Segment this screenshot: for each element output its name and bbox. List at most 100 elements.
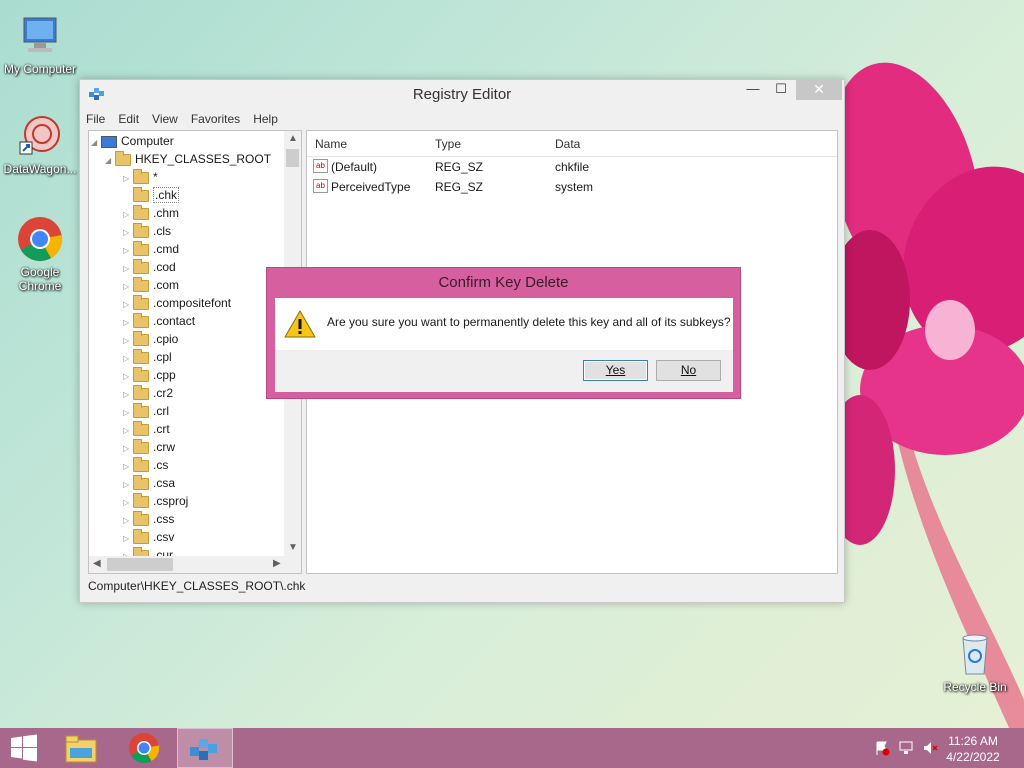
tree-item-label: .cod xyxy=(153,260,176,274)
menu-edit[interactable]: Edit xyxy=(118,112,139,126)
tree-item[interactable]: ▷ .cpl xyxy=(123,348,172,366)
scroll-thumb[interactable] xyxy=(107,558,173,571)
scroll-thumb[interactable] xyxy=(286,149,299,167)
start-button[interactable] xyxy=(0,728,56,768)
column-header-type[interactable]: Type xyxy=(435,137,461,151)
yes-button[interactable]: Yes xyxy=(583,360,648,381)
scroll-left-icon[interactable]: ◀ xyxy=(93,558,101,569)
tree-horizontal-scrollbar[interactable]: ◀ ▶ xyxy=(89,556,301,573)
tree-item[interactable]: ▷ .crl xyxy=(123,402,169,420)
folder-icon xyxy=(133,258,149,274)
my-computer-desktop-icon[interactable]: My Computer xyxy=(0,12,80,76)
network-icon[interactable] xyxy=(898,740,914,756)
column-header-name[interactable]: Name xyxy=(315,137,347,151)
folder-icon xyxy=(133,438,149,454)
tree-item-computer[interactable]: ◢ Computer xyxy=(91,132,174,150)
tree-item[interactable]: ▷ .csa xyxy=(123,474,175,492)
datawagon-desktop-icon[interactable]: DataWagon... xyxy=(0,112,80,176)
close-button[interactable]: ✕ xyxy=(796,80,842,100)
scroll-down-icon[interactable]: ▼ xyxy=(288,542,298,553)
tree-item[interactable]: ▷ .cls xyxy=(123,222,171,240)
minimize-button[interactable]: — xyxy=(740,80,766,100)
list-row[interactable]: ab (Default) REG_SZ chkfile xyxy=(307,157,837,177)
folder-icon xyxy=(115,150,131,166)
tree-item-label: .crt xyxy=(153,422,170,436)
recycle-bin-desktop-icon[interactable]: Recycle Bin xyxy=(935,630,1015,694)
scroll-right-icon[interactable]: ▶ xyxy=(273,558,281,569)
tree-item-label: .compositefont xyxy=(153,296,232,310)
tree-item[interactable]: ▷ .csproj xyxy=(123,492,188,510)
folder-icon xyxy=(133,366,149,382)
taskbar-file-explorer[interactable] xyxy=(53,728,109,768)
tree-item[interactable]: ▷ .cmd xyxy=(123,240,179,258)
collapse-arrow-icon[interactable]: ◢ xyxy=(91,134,101,152)
file-explorer-icon xyxy=(65,735,97,763)
tree-item[interactable]: ▷ .cpp xyxy=(123,366,176,384)
tree-item[interactable]: ▷ .css xyxy=(123,510,174,528)
menu-help[interactable]: Help xyxy=(253,112,278,126)
tree-item[interactable]: ▷ .cpio xyxy=(123,330,178,348)
list-row[interactable]: ab PerceivedType REG_SZ system xyxy=(307,177,837,197)
tree-item[interactable]: ▷ .crw xyxy=(123,438,175,456)
tree-item[interactable]: ▷ .chm xyxy=(123,204,179,222)
menu-view[interactable]: View xyxy=(152,112,178,126)
tree-item[interactable]: ▷ .cod xyxy=(123,258,176,276)
computer-icon xyxy=(16,12,64,60)
value-data: chkfile xyxy=(555,160,590,174)
title-bar[interactable]: Registry Editor — ☐ ✕ xyxy=(80,80,844,108)
warning-icon xyxy=(284,310,316,338)
tree-item[interactable]: .chk xyxy=(123,186,180,204)
taskbar-chrome[interactable] xyxy=(116,728,172,768)
scroll-up-icon[interactable]: ▲ xyxy=(288,133,298,144)
chrome-icon xyxy=(129,733,160,764)
taskbar-registry-editor[interactable] xyxy=(177,728,233,768)
maximize-button[interactable]: ☐ xyxy=(768,80,794,100)
tree-item-label: .chm xyxy=(153,206,180,220)
tree-item[interactable]: ▷ .cs xyxy=(123,456,168,474)
dialog-message: Are you sure you want to permanently del… xyxy=(327,315,731,329)
list-header: Name Type Data xyxy=(307,131,837,157)
action-center-flag-icon[interactable] xyxy=(874,740,890,756)
dialog-title[interactable]: Confirm Key Delete xyxy=(267,268,740,298)
tree-item-label: .cs xyxy=(153,458,169,472)
tree-item-label: .com xyxy=(153,278,180,292)
chrome-icon xyxy=(16,215,64,263)
collapse-arrow-icon[interactable]: ◢ xyxy=(105,152,115,170)
yes-button-label: Yes xyxy=(605,363,626,377)
tree-item-label: * xyxy=(153,170,158,184)
tree-item[interactable]: ▷ .contact xyxy=(123,312,195,330)
tree-item-label: .csv xyxy=(153,530,175,544)
folder-icon xyxy=(133,492,149,508)
value-type: REG_SZ xyxy=(435,160,484,174)
clock-date: 4/22/2022 xyxy=(946,750,1000,764)
tree-item[interactable]: ▷ .compositefont xyxy=(123,294,231,312)
volume-muted-icon[interactable] xyxy=(922,740,938,756)
tree-item[interactable]: ▷ .crt xyxy=(123,420,170,438)
system-clock[interactable]: 11:26 AM 4/22/2022 xyxy=(938,733,1008,765)
folder-icon xyxy=(133,420,149,436)
folder-icon xyxy=(133,186,149,202)
folder-icon xyxy=(133,168,149,184)
menu-file[interactable]: File xyxy=(86,112,105,126)
value-type: REG_SZ xyxy=(435,180,484,194)
tree-item[interactable]: ▷ * xyxy=(123,168,158,186)
folder-icon xyxy=(133,474,149,490)
tree-item-label: .cmd xyxy=(153,242,180,256)
tree-item[interactable]: ▷ .csv xyxy=(123,528,174,546)
folder-icon xyxy=(133,222,149,238)
tree-item-hkey-classes-root[interactable]: ◢ HKEY_CLASSES_ROOT xyxy=(105,150,271,168)
desktop-icon-label: Recycle Bin xyxy=(943,680,1007,694)
tree-item[interactable]: ▷ .com xyxy=(123,276,179,294)
no-button[interactable]: No xyxy=(656,360,721,381)
folder-icon xyxy=(133,312,149,328)
tree-item-label: .chk xyxy=(153,187,180,203)
tree-item-label: .css xyxy=(153,512,175,526)
datawagon-icon xyxy=(16,112,64,160)
menu-favorites[interactable]: Favorites xyxy=(191,112,240,126)
tree-item[interactable]: ▷ .cr2 xyxy=(123,384,173,402)
column-header-data[interactable]: Data xyxy=(555,137,580,151)
google-chrome-desktop-icon[interactable]: Google Chrome xyxy=(0,215,80,293)
folder-icon xyxy=(133,294,149,310)
folder-icon xyxy=(133,348,149,364)
window-title: Registry Editor xyxy=(412,86,512,103)
